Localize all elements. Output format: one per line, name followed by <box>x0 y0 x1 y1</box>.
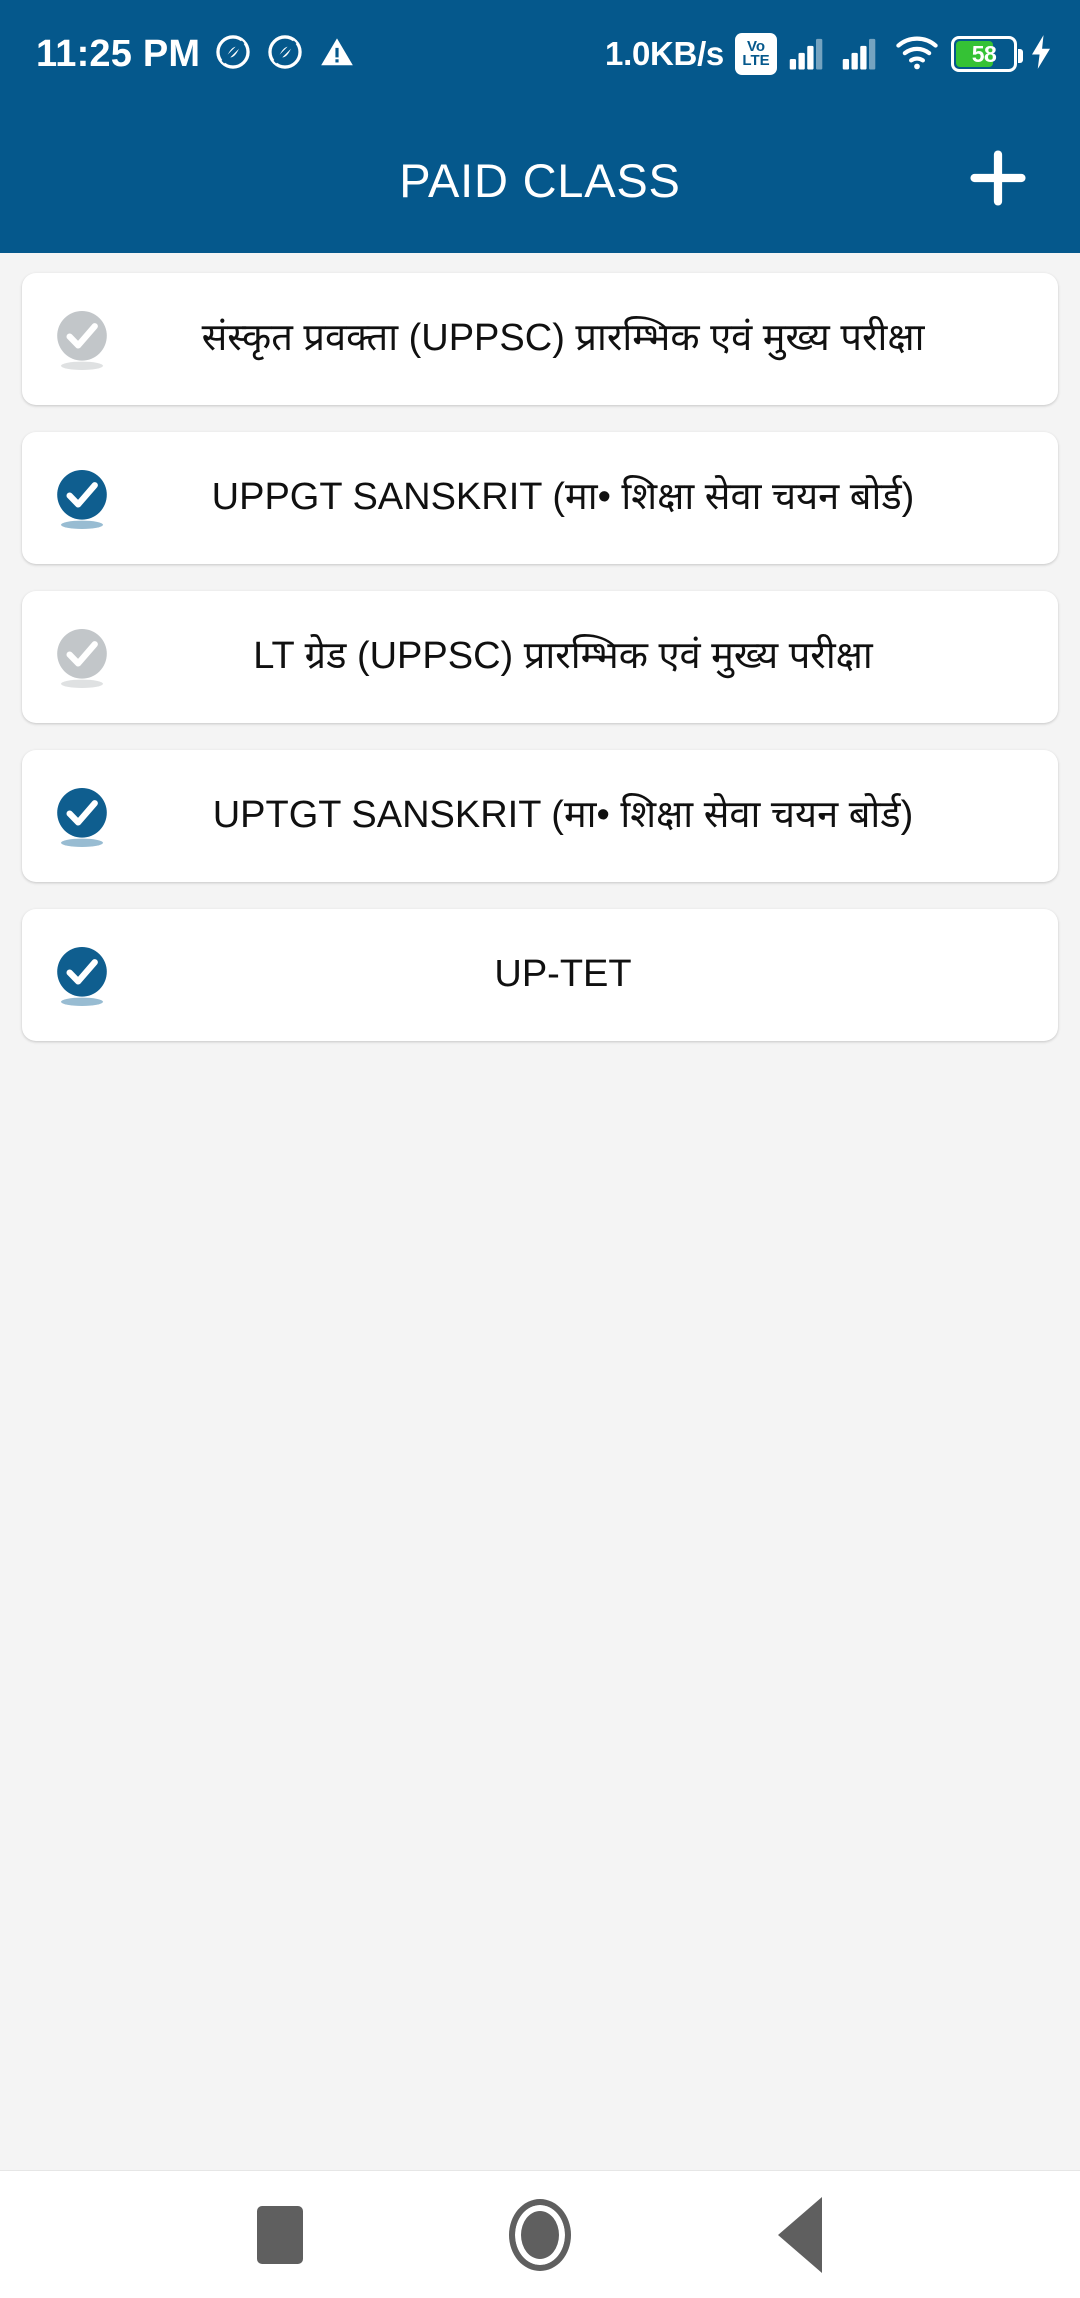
back-button[interactable] <box>740 2175 860 2295</box>
warning-triangle-icon <box>318 33 356 76</box>
recents-button[interactable] <box>220 2175 340 2295</box>
signal-bars-icon <box>788 34 830 75</box>
list-item-label: संस्कृत प्रवक्ता (UPPSC) प्रारम्भिक एवं … <box>201 317 925 360</box>
list-item-label: UPPGT SANSKRIT (मा• शिक्षा सेवा चयन बोर्… <box>211 476 915 519</box>
app-bar: PAID CLASS <box>0 108 1080 253</box>
list-item[interactable]: UPPGT SANSKRIT (मा• शिक्षा सेवा चयन बोर्… <box>22 432 1058 564</box>
phone-screen: 11:25 PM 1.0KB/s Vo LTE 58 PAID CLASS सं… <box>0 0 1080 2298</box>
circle-icon <box>509 2198 571 2271</box>
network-speed-label: 1.0KB/s <box>605 35 724 72</box>
check-circle-icon[interactable] <box>52 781 112 851</box>
home-button[interactable] <box>480 2175 600 2295</box>
volte-icon: Vo LTE <box>735 33 777 75</box>
list-item-label: LT ग्रेड (UPPSC) प्रारम्भिक एवं मुख्य पर… <box>253 635 873 678</box>
list-item[interactable]: UP-TET <box>22 909 1058 1041</box>
check-circle-icon[interactable] <box>52 463 112 533</box>
battery-percent-label: 58 <box>971 40 997 67</box>
square-icon <box>257 2205 303 2264</box>
plus-icon <box>960 140 1036 221</box>
wifi-icon <box>894 33 940 76</box>
list-item[interactable]: LT ग्रेड (UPPSC) प्रारम्भिक एवं मुख्य पर… <box>22 591 1058 723</box>
check-circle-icon[interactable] <box>52 622 112 692</box>
triangle-left-icon <box>778 2196 822 2273</box>
list-item[interactable]: संस्कृत प्रवक्ता (UPPSC) प्रारम्भिक एवं … <box>22 273 1058 405</box>
dnd-icon <box>266 33 304 76</box>
volte-bottom-label: LTE <box>742 52 770 69</box>
check-circle-icon[interactable] <box>52 304 112 374</box>
list-item-label: UP-TET <box>494 953 632 996</box>
list-item[interactable]: UPTGT SANSKRIT (मा• शिक्षा सेवा चयन बोर्… <box>22 750 1058 882</box>
class-list: संस्कृत प्रवक्ता (UPPSC) प्रारम्भिक एवं … <box>0 253 1080 2170</box>
status-bar-right: 1.0KB/s Vo LTE 58 <box>605 33 1054 76</box>
dnd-icon <box>214 33 252 76</box>
check-circle-icon[interactable] <box>52 940 112 1010</box>
page-title: PAID CLASS <box>399 154 681 207</box>
signal-bars-icon <box>841 34 883 75</box>
status-clock: 11:25 PM <box>36 32 201 75</box>
add-button[interactable] <box>952 135 1044 227</box>
battery-icon: 58 <box>951 36 1023 72</box>
status-bar-left: 11:25 PM <box>36 33 356 76</box>
android-nav-bar <box>0 2170 1080 2298</box>
list-item-label: UPTGT SANSKRIT (मा• शिक्षा सेवा चयन बोर्… <box>212 794 914 837</box>
status-bar: 11:25 PM 1.0KB/s Vo LTE 58 <box>0 0 1080 108</box>
charging-bolt-icon <box>1028 34 1054 75</box>
